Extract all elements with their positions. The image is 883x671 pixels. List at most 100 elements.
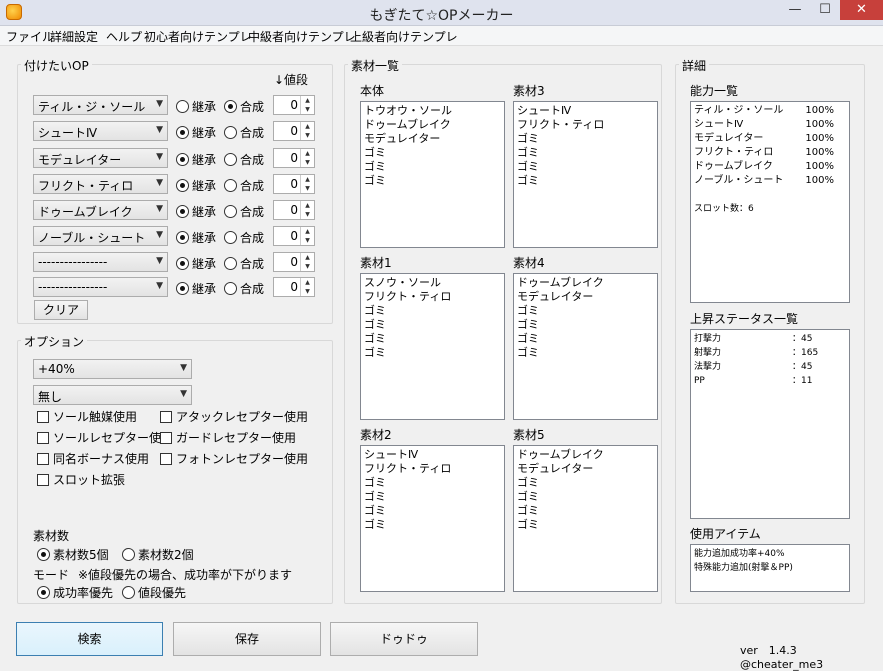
combine-radio[interactable]: 合成	[224, 177, 264, 194]
success-priority-radio[interactable]: 成功率優先	[37, 584, 113, 601]
op-select[interactable]: シュートⅣ ▼	[33, 121, 168, 141]
op-select[interactable]: ドゥームブレイク ▼	[33, 200, 168, 220]
spinner-arrows-icon[interactable]: ▲ ▼	[300, 149, 314, 167]
inherit-radio[interactable]: 継承	[176, 98, 216, 115]
op-select[interactable]: ティル・ジ・ソール ▼	[33, 95, 168, 115]
material-count-2-radio[interactable]: 素材数2個	[122, 546, 194, 563]
op-select[interactable]: ---------------- ▼	[33, 252, 168, 272]
photon-receptor-checkbox[interactable]: フォトンレセプター使用	[160, 450, 308, 467]
success-rate-select[interactable]: +40% ▼	[33, 359, 192, 379]
inherit-radio[interactable]: 継承	[176, 151, 216, 168]
slot-expand-checkbox[interactable]: スロット拡張	[37, 471, 125, 488]
save-button[interactable]: 保存	[173, 622, 321, 656]
spinner-arrows-icon[interactable]: ▲ ▼	[300, 278, 314, 296]
menu-help[interactable]: ヘルプ	[106, 28, 142, 45]
combine-radio[interactable]: 合成	[224, 98, 264, 115]
chevron-down-icon: ▼	[156, 152, 163, 162]
mode-note: ※値段優先の場合、成功率が下がります	[78, 568, 293, 582]
version-label: ver 1.4.3 @cheater_me3	[740, 644, 824, 671]
spinner-arrows-icon[interactable]: ▲ ▼	[300, 122, 314, 140]
price-value: 0	[290, 151, 298, 165]
material-list[interactable]: トウオウ・ソール ドゥームブレイク モデュレイター ゴミ ゴミ ゴミ	[360, 101, 505, 248]
ability-row: ティル・ジ・ソール 100%	[694, 104, 846, 118]
spinner-arrows-icon[interactable]: ▲ ▼	[300, 201, 314, 219]
stats-list[interactable]: 打撃力 ：45 射撃力 ：165 法撃力 ：45 PP ：11	[690, 329, 850, 519]
combine-radio[interactable]: 合成	[224, 280, 264, 297]
stat-value: ：165	[792, 348, 819, 358]
combine-radio[interactable]: 合成	[224, 229, 264, 246]
minimize-button[interactable]: —	[780, 0, 810, 20]
inherit-radio[interactable]: 継承	[176, 255, 216, 272]
menu-file[interactable]: ファイル	[6, 28, 54, 45]
materials-group-label: 素材一覧	[348, 57, 403, 74]
inherit-radio[interactable]: 継承	[176, 124, 216, 141]
inherit-radio[interactable]: 継承	[176, 177, 216, 194]
price-spinner[interactable]: 0 ▲ ▼	[273, 121, 315, 141]
spinner-arrows-icon[interactable]: ▲ ▼	[300, 253, 314, 271]
material-item: ゴミ	[517, 146, 539, 159]
price-spinner[interactable]: 0 ▲ ▼	[273, 200, 315, 220]
price-spinner[interactable]: 0 ▲ ▼	[273, 174, 315, 194]
clear-button[interactable]: クリア	[34, 300, 88, 320]
op-select[interactable]: ---------------- ▼	[33, 277, 168, 297]
combine-radio[interactable]: 合成	[224, 124, 264, 141]
ability-name: ドゥームブレイク	[694, 161, 773, 172]
special-ability-select[interactable]: 無し ▼	[33, 385, 192, 405]
guard-receptor-checkbox[interactable]: ガードレセプター使用	[160, 429, 296, 446]
maximize-button[interactable]: ☐	[810, 0, 840, 20]
ability-list[interactable]: ティル・ジ・ソール 100% シュートⅣ 100% モデュレイター 100% フ…	[690, 101, 850, 303]
price-spinner[interactable]: 0 ▲ ▼	[273, 95, 315, 115]
soul-catalyst-checkbox[interactable]: ソール触媒使用	[37, 408, 137, 425]
search-button[interactable]: 検索	[16, 622, 163, 656]
menu-advanced-template[interactable]: 上級者向けテンプレ	[350, 28, 458, 45]
price-spinner[interactable]: 0 ▲ ▼	[273, 277, 315, 297]
combine-radio[interactable]: 合成	[224, 151, 264, 168]
radio-dot	[176, 126, 189, 139]
radio-label: 値段優先	[138, 586, 187, 600]
ability-row: フリクト・ティロ 100%	[694, 146, 846, 160]
menu-intermediate-template[interactable]: 中級者向けテンプレ	[248, 28, 356, 45]
spinner-arrows-icon[interactable]: ▲ ▼	[300, 175, 314, 193]
material-list[interactable]: ドゥームブレイク モデュレイター ゴミ ゴミ ゴミ ゴミ	[513, 445, 658, 592]
inherit-radio[interactable]: 継承	[176, 203, 216, 220]
radio-label: 合成	[240, 153, 265, 167]
ability-name: ノーブル・シュート	[694, 175, 784, 186]
inherit-radio[interactable]: 継承	[176, 280, 216, 297]
close-button[interactable]: ✕	[840, 0, 883, 20]
inherit-radio[interactable]: 継承	[176, 229, 216, 246]
price-priority-radio[interactable]: 値段優先	[122, 584, 186, 601]
same-name-bonus-checkbox[interactable]: 同名ボーナス使用	[37, 450, 149, 467]
op-select[interactable]: ノーブル・シュート ▼	[33, 226, 168, 246]
spinner-arrows-icon[interactable]: ▲ ▼	[300, 227, 314, 245]
radio-dot	[224, 282, 237, 295]
combine-radio[interactable]: 合成	[224, 255, 264, 272]
combine-radio[interactable]: 合成	[224, 203, 264, 220]
menu-detail-settings[interactable]: 詳細設定	[50, 28, 98, 45]
soul-receptor-checkbox[interactable]: ソールレセプター使用	[37, 429, 173, 446]
attack-receptor-checkbox[interactable]: アタックレセプター使用	[160, 408, 308, 425]
material-list[interactable]: シュートⅣ フリクト・ティロ ゴミ ゴミ ゴミ ゴミ	[513, 101, 658, 248]
price-spinner[interactable]: 0 ▲ ▼	[273, 252, 315, 272]
op-select[interactable]: フリクト・ティロ ▼	[33, 174, 168, 194]
used-item: 能力追加成功率+40%	[694, 549, 785, 559]
spinner-arrows-icon[interactable]: ▲ ▼	[300, 96, 314, 114]
material-list[interactable]: シュートⅣ フリクト・ティロ ゴミ ゴミ ゴミ ゴミ	[360, 445, 505, 592]
ability-row: モデュレイター 100%	[694, 132, 846, 146]
material-item: モデュレイター	[517, 462, 594, 475]
material-count-5-radio[interactable]: 素材数5個	[37, 546, 109, 563]
price-spinner[interactable]: 0 ▲ ▼	[273, 148, 315, 168]
op-select[interactable]: モデュレイター ▼	[33, 148, 168, 168]
op-select-value: ノーブル・シュート	[38, 231, 146, 245]
material-item: ゴミ	[364, 332, 386, 345]
dodou-button[interactable]: ドゥドゥ	[330, 622, 478, 656]
stat-name: 法撃力	[694, 362, 722, 372]
price-spinner[interactable]: 0 ▲ ▼	[273, 226, 315, 246]
material-list[interactable]: ドゥームブレイク モデュレイター ゴミ ゴミ ゴミ ゴミ	[513, 273, 658, 420]
used-items-list[interactable]: 能力追加成功率+40% 特殊能力追加(射撃＆PP)	[690, 544, 850, 592]
material-item: ゴミ	[364, 518, 386, 531]
menu-beginner-template[interactable]: 初心者向けテンプレ	[144, 28, 252, 45]
price-value: 0	[290, 177, 298, 191]
material-item: ゴミ	[517, 174, 539, 187]
radio-label: 成功率優先	[53, 586, 114, 600]
material-list[interactable]: スノウ・ソール フリクト・ティロ ゴミ ゴミ ゴミ ゴミ	[360, 273, 505, 420]
